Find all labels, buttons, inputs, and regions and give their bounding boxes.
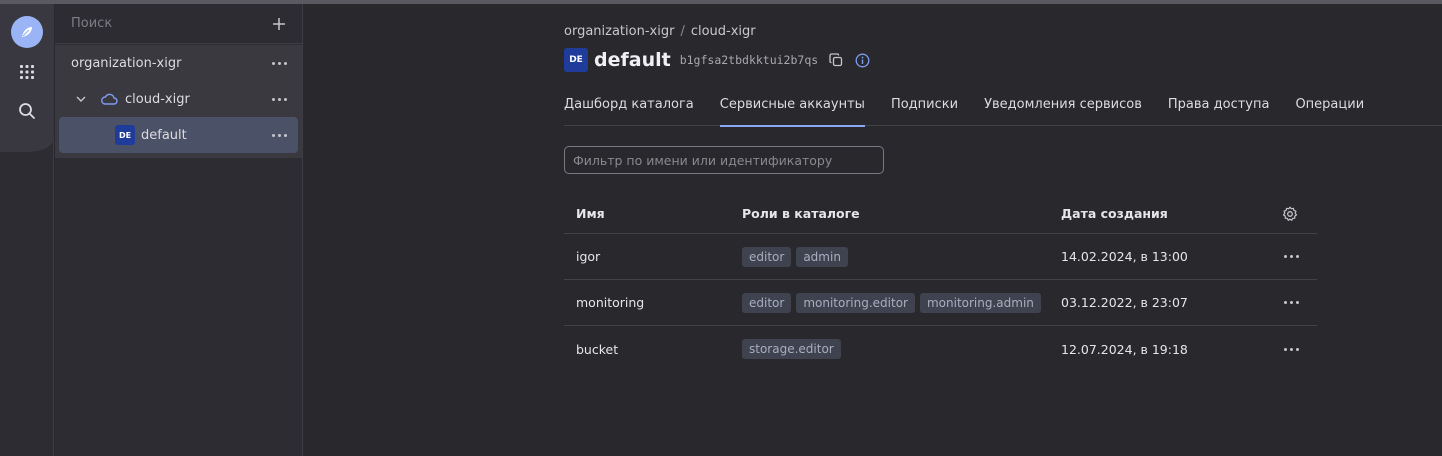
tab-access-rights[interactable]: Права доступа	[1168, 86, 1270, 126]
search-icon[interactable]	[11, 95, 43, 127]
role-list: editor admin	[742, 246, 848, 267]
column-header-roles[interactable]: Роли в каталоге	[742, 206, 860, 221]
tab-subscriptions[interactable]: Подписки	[891, 86, 958, 126]
role-list: storage.editor	[742, 339, 841, 359]
left-rail	[0, 4, 54, 456]
more-icon[interactable]	[268, 53, 290, 73]
column-header-created[interactable]: Дата создания	[1061, 206, 1168, 221]
role-list: editor monitoring.editor monitoring.admi…	[742, 292, 1041, 313]
filter-input[interactable]	[573, 152, 873, 168]
tree-organization-block: organization-xigr cloud-xigr DE default	[55, 45, 302, 158]
filter-field	[564, 146, 884, 174]
folder-id: b1gfsa2tbdkktui2b7qs	[679, 53, 819, 67]
breadcrumb-separator: /	[680, 24, 685, 39]
table-header: Имя Роли в каталоге Дата создания	[564, 194, 1317, 234]
page-title: default	[594, 49, 671, 71]
logo-icon[interactable]	[11, 16, 43, 48]
table-row[interactable]: igor editor admin 14.02.2024, в 13:00	[564, 234, 1317, 280]
tab-operations[interactable]: Операции	[1295, 86, 1364, 126]
breadcrumb: organization-xigr / cloud-xigr	[564, 24, 756, 39]
tree-item-label: organization-xigr	[71, 55, 182, 71]
account-name[interactable]: monitoring	[576, 295, 644, 310]
copy-icon[interactable]	[827, 51, 845, 69]
chevron-down-icon[interactable]	[75, 93, 89, 105]
tree-search-bar	[55, 4, 302, 44]
table-row[interactable]: bucket storage.editor 12.07.2024, в 19:1…	[564, 326, 1317, 372]
more-icon[interactable]	[268, 125, 290, 145]
more-icon[interactable]	[1280, 251, 1303, 262]
role-chip: storage.editor	[742, 339, 841, 359]
service-accounts-table: Имя Роли в каталоге Дата создания igor e…	[564, 194, 1317, 372]
breadcrumb-cloud[interactable]: cloud-xigr	[691, 24, 756, 39]
tree-item-label: cloud-xigr	[125, 91, 190, 107]
tree-item-folder-default[interactable]: DE default	[59, 117, 298, 153]
apps-grid-icon[interactable]	[11, 56, 43, 88]
role-chip: monitoring.editor	[796, 292, 915, 313]
breadcrumb-organization[interactable]: organization-xigr	[564, 24, 674, 39]
account-name[interactable]: bucket	[576, 342, 618, 357]
info-icon[interactable]	[853, 51, 871, 69]
tree-item-cloud[interactable]: cloud-xigr	[55, 81, 302, 117]
tab-bar: Дашборд каталога Сервисные аккаунты Подп…	[564, 86, 1442, 127]
tree-item-label: default	[141, 127, 187, 143]
column-header-name[interactable]: Имя	[576, 206, 605, 221]
folder-badge: DE	[564, 48, 588, 72]
more-icon[interactable]	[1280, 344, 1303, 355]
resource-tree-panel: organization-xigr cloud-xigr DE default	[55, 4, 303, 456]
tree-item-organization[interactable]: organization-xigr	[55, 45, 302, 81]
more-icon[interactable]	[268, 89, 290, 109]
main-content: organization-xigr / cloud-xigr DE defaul…	[304, 4, 1442, 456]
role-chip: editor	[742, 246, 792, 267]
created-date: 14.02.2024, в 13:00	[1061, 249, 1188, 264]
table-row[interactable]: monitoring editor monitoring.editor moni…	[564, 280, 1317, 326]
role-chip: editor	[742, 292, 792, 313]
tab-catalog-dashboard[interactable]: Дашборд каталога	[564, 86, 694, 126]
tab-service-notifications[interactable]: Уведомления сервисов	[984, 86, 1142, 126]
created-date: 03.12.2022, в 23:07	[1061, 295, 1188, 310]
tab-service-accounts[interactable]: Сервисные аккаунты	[719, 86, 866, 127]
role-chip: admin	[796, 246, 848, 267]
account-name[interactable]: igor	[576, 249, 600, 264]
more-icon[interactable]	[1280, 297, 1303, 308]
cloud-icon	[100, 92, 118, 106]
settings-gear-icon[interactable]	[1282, 206, 1298, 222]
plus-icon[interactable]	[268, 13, 290, 35]
role-chip: monitoring.admin	[919, 292, 1041, 313]
tree-search-input[interactable]	[71, 16, 261, 31]
folder-badge: DE	[115, 125, 135, 145]
created-date: 12.07.2024, в 19:18	[1061, 341, 1188, 357]
page-header: DE default b1gfsa2tbdkktui2b7qs	[564, 48, 871, 72]
